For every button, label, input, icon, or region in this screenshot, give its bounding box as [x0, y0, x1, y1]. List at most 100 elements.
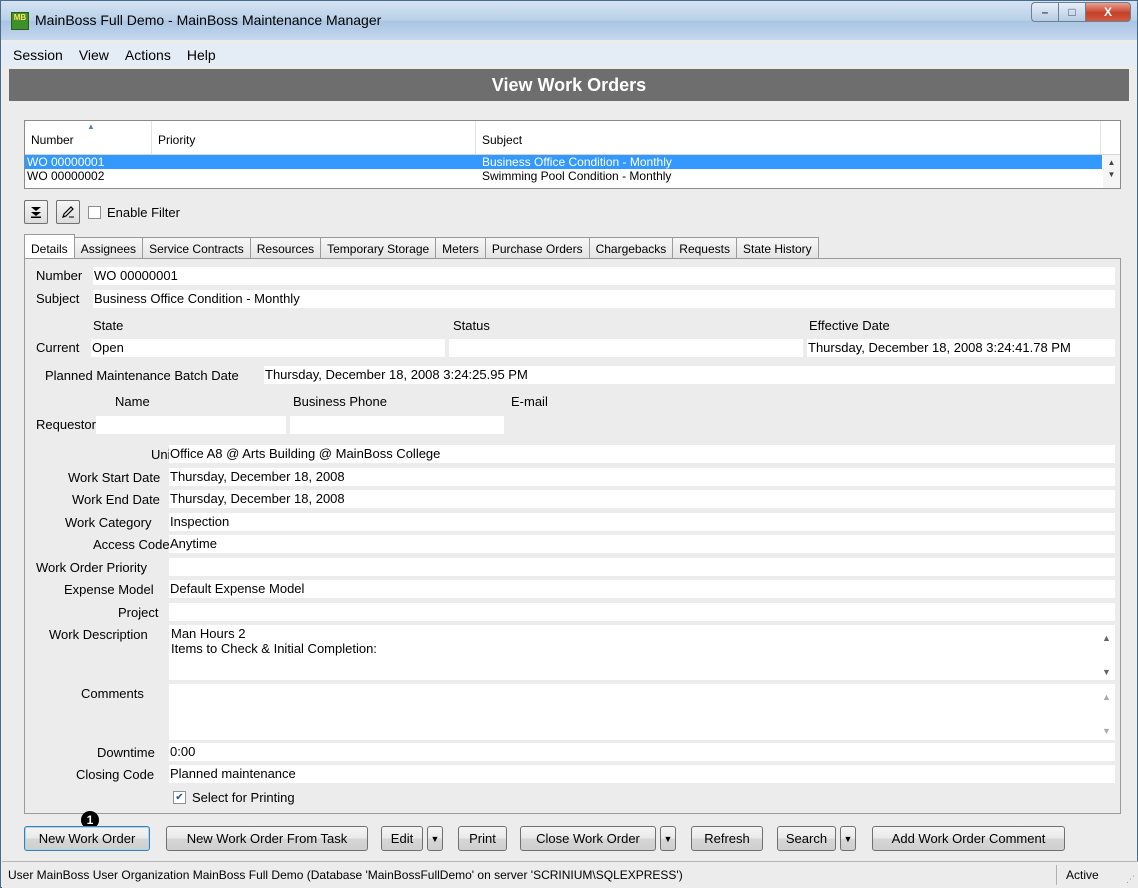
table-row[interactable]: WO 00000002 Swimming Pool Condition - Mo…: [25, 169, 1102, 183]
status-header: Status: [453, 318, 490, 333]
tab-state-history[interactable]: State History: [735, 237, 819, 259]
scroll-up-icon[interactable]: ▲: [1102, 631, 1111, 646]
expense-model-field[interactable]: Default Expense Model: [169, 580, 1115, 598]
unit-field[interactable]: Office A8 @ Arts Building @ MainBoss Col…: [169, 445, 1115, 463]
pm-batch-label: Planned Maintenance Batch Date: [45, 368, 239, 383]
scroll-down-icon[interactable]: ▼: [1102, 665, 1111, 680]
row-number: WO 00000002: [27, 169, 105, 183]
description-scrollbar[interactable]: ▲ ▼: [1098, 625, 1115, 680]
work-order-list[interactable]: ▲ Number Priority Subject WO 00000001 Bu…: [24, 120, 1121, 189]
menu-session[interactable]: Session: [5, 47, 71, 63]
mainboss-app-icon: MB: [11, 12, 29, 30]
enable-filter-checkbox[interactable]: [88, 205, 101, 219]
expand-filter-button[interactable]: [24, 200, 48, 224]
work-description-field[interactable]: Man Hours 2 Items to Check & Initial Com…: [169, 625, 1115, 680]
details-panel: Number WO 00000001 Subject Business Offi…: [24, 258, 1121, 814]
tab-purchase-orders[interactable]: Purchase Orders: [484, 237, 590, 259]
close-work-order-button[interactable]: Close Work Order: [520, 826, 656, 851]
number-label: Number: [36, 268, 83, 283]
access-code-field[interactable]: Anytime: [169, 535, 1115, 553]
tab-requests[interactable]: Requests: [672, 237, 737, 259]
minimize-button[interactable]: –: [1031, 2, 1058, 22]
work-description-label: Work Description: [49, 627, 148, 642]
requestor-label: Requestor: [36, 417, 96, 432]
tab-details[interactable]: Details: [24, 234, 75, 259]
main-window: MB MainBoss Full Demo - MainBoss Mainten…: [0, 0, 1138, 888]
project-field[interactable]: [169, 603, 1115, 621]
maximize-button[interactable]: □: [1058, 2, 1085, 22]
menu-view[interactable]: View: [71, 47, 117, 63]
search-dropdown-button[interactable]: ▼: [840, 826, 856, 851]
scroll-up-icon[interactable]: ▲: [1103, 158, 1120, 167]
search-button[interactable]: Search: [777, 826, 836, 851]
tab-chargebacks[interactable]: Chargebacks: [588, 237, 674, 259]
expense-model-label: Expense Model: [64, 582, 154, 597]
menu-bar: Session View Actions Help: [1, 44, 1137, 66]
comments-label: Comments: [81, 686, 144, 701]
refresh-button[interactable]: Refresh: [691, 826, 763, 851]
select-for-printing-label: Select for Printing: [192, 790, 295, 805]
page-title: View Work Orders: [9, 69, 1129, 101]
requestor-phone-field[interactable]: [290, 416, 504, 434]
tab-resources[interactable]: Resources: [249, 237, 322, 259]
work-order-priority-field[interactable]: [169, 558, 1115, 576]
subject-label: Subject: [36, 291, 80, 306]
current-status-field[interactable]: [449, 339, 803, 357]
table-row[interactable]: WO 00000001 Business Office Condition - …: [25, 155, 1102, 169]
project-label: Project: [118, 605, 159, 620]
title-bar[interactable]: MB MainBoss Full Demo - MainBoss Mainten…: [1, 1, 1137, 40]
requestor-name-field[interactable]: [96, 416, 286, 434]
select-for-printing-checkbox[interactable]: ✔: [173, 791, 186, 804]
edit-filter-button[interactable]: [56, 200, 80, 224]
close-button[interactable]: X: [1085, 2, 1131, 22]
work-start-label: Work Start Date: [68, 470, 161, 485]
column-header-priority[interactable]: Priority: [152, 121, 476, 154]
comments-field[interactable]: ▲ ▼: [169, 684, 1115, 740]
filter-bar: Enable Filter: [24, 199, 180, 225]
subject-field[interactable]: Business Office Condition - Monthly: [93, 290, 1115, 308]
new-work-order-button[interactable]: New Work Order: [24, 826, 150, 851]
work-category-label: Work Category: [65, 515, 152, 530]
enable-filter-label: Enable Filter: [107, 204, 180, 220]
row-subject: Swimming Pool Condition - Monthly: [482, 169, 672, 183]
work-start-field[interactable]: Thursday, December 18, 2008: [169, 468, 1115, 486]
tab-meters[interactable]: Meters: [435, 237, 486, 259]
scroll-down-icon[interactable]: ▼: [1103, 170, 1120, 179]
scroll-up-icon[interactable]: ▲: [1102, 690, 1111, 705]
list-header: ▲ Number Priority Subject: [25, 121, 1120, 155]
tab-service-contracts[interactable]: Service Contracts: [142, 237, 251, 259]
work-end-field[interactable]: Thursday, December 18, 2008: [169, 490, 1115, 508]
print-button[interactable]: Print: [458, 826, 507, 851]
current-state-field[interactable]: Open: [91, 339, 445, 357]
menu-actions[interactable]: Actions: [117, 47, 179, 63]
status-bar: User MainBoss User Organization MainBoss…: [2, 861, 1138, 888]
tab-assignees[interactable]: Assignees: [73, 237, 144, 259]
new-work-order-from-task-button[interactable]: New Work Order From Task: [166, 826, 368, 851]
column-header-number[interactable]: ▲ Number: [25, 121, 152, 154]
effective-date-field[interactable]: Thursday, December 18, 2008 3:24:41.78 P…: [807, 339, 1115, 357]
downtime-field[interactable]: 0:00: [169, 743, 1115, 761]
edit-button[interactable]: Edit: [381, 826, 423, 851]
list-scrollbar[interactable]: ▲ ▼: [1103, 155, 1120, 188]
status-state: Active: [1066, 868, 1099, 882]
requestor-phone-header: Business Phone: [293, 394, 387, 409]
column-header-subject[interactable]: Subject: [476, 121, 1101, 154]
tab-temporary-storage[interactable]: Temporary Storage: [320, 237, 437, 259]
access-code-label: Access Code: [93, 537, 170, 552]
work-category-field[interactable]: Inspection: [169, 513, 1115, 531]
scroll-down-icon[interactable]: ▼: [1102, 724, 1111, 739]
comments-scrollbar[interactable]: ▲ ▼: [1098, 684, 1115, 740]
menu-help[interactable]: Help: [179, 47, 224, 63]
state-header: State: [93, 318, 124, 333]
closing-code-field[interactable]: Planned maintenance: [169, 765, 1115, 783]
work-description-line: Items to Check & Initial Completion:: [171, 641, 377, 656]
add-work-order-comment-button[interactable]: Add Work Order Comment: [872, 826, 1065, 851]
number-field[interactable]: WO 00000001: [93, 267, 1115, 285]
work-end-label: Work End Date: [72, 492, 160, 507]
resize-grip-icon[interactable]: ⋰: [1126, 874, 1135, 885]
requestor-name-header: Name: [115, 394, 150, 409]
sort-ascending-icon: ▲: [87, 122, 95, 131]
pm-batch-field[interactable]: Thursday, December 18, 2008 3:24:25.95 P…: [264, 366, 1115, 384]
edit-dropdown-button[interactable]: ▼: [427, 826, 443, 851]
close-work-order-dropdown-button[interactable]: ▼: [660, 826, 676, 851]
